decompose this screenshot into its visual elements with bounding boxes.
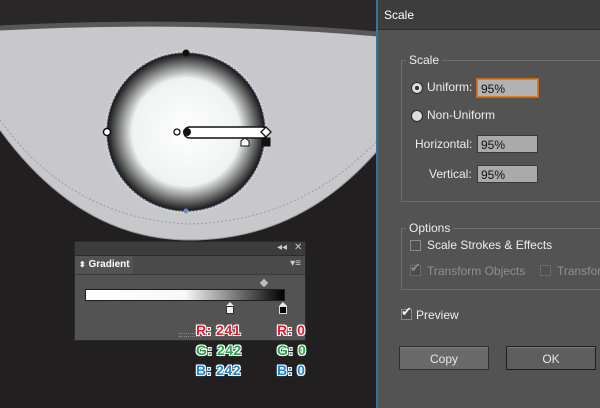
scale-strokes-checkbox[interactable] <box>410 240 421 251</box>
transform-patterns-label: Transform <box>557 264 600 278</box>
copy-button[interactable]: Copy <box>399 346 489 370</box>
anchor-point-top[interactable] <box>182 49 190 57</box>
anchor-point-left[interactable] <box>102 127 112 137</box>
gradient-midpoint-diamond[interactable] <box>259 278 269 288</box>
tab-gradient[interactable]: ⬍ Gradient <box>75 256 133 274</box>
double-chevron-left-icon[interactable]: ◂◂ <box>277 241 287 255</box>
horizontal-scale-input[interactable]: 95% <box>477 135 538 153</box>
scale-dialog: Scale Scale Uniform: 95% Non-Uniform Hor… <box>376 0 600 408</box>
uniform-radio[interactable] <box>411 82 423 94</box>
transform-patterns-checkbox[interactable] <box>540 265 551 276</box>
transform-objects-checkbox[interactable]: ✔ <box>410 261 421 276</box>
right-stop-red-value: R: 0 <box>277 322 306 338</box>
preview-checkbox[interactable]: ✔ <box>401 305 412 320</box>
transform-objects-label: Transform Objects <box>427 264 526 278</box>
preview-label: Preview <box>416 308 459 322</box>
vertical-label: Vertical: <box>429 167 472 181</box>
artwork-canvas[interactable] <box>0 0 378 408</box>
gradient-annotator-origin[interactable] <box>173 128 181 136</box>
gradient-annotator-start[interactable] <box>183 128 191 136</box>
tab-gradient-label: Gradient <box>88 259 130 270</box>
gradient-ramp[interactable] <box>85 289 285 301</box>
options-group: Options Scale Strokes & Effects ✔ Transf… <box>401 221 600 290</box>
checkmark-icon: ✔ <box>401 304 412 319</box>
scale-group-title: Scale <box>406 53 443 67</box>
uniform-scale-input[interactable]: 95% <box>477 79 538 97</box>
non-uniform-label: Non-Uniform <box>427 108 496 122</box>
gradient-stop-black[interactable] <box>279 302 287 314</box>
scale-strokes-label: Scale Strokes & Effects <box>427 238 553 252</box>
vertical-scale-input[interactable]: 95% <box>477 165 538 183</box>
stop-swatch <box>226 306 234 314</box>
uniform-label: Uniform: <box>427 80 473 94</box>
checkmark-icon: ✔ <box>410 260 421 275</box>
dialog-titlebar[interactable]: Scale <box>378 0 600 30</box>
gradient-annotator-bar[interactable] <box>183 126 269 139</box>
anchor-point-bottom[interactable] <box>183 208 189 214</box>
ok-button[interactable]: OK <box>506 346 596 370</box>
non-uniform-radio[interactable] <box>411 110 423 122</box>
left-stop-red-value: R: 241 <box>196 322 242 338</box>
left-stop-green-value: G: 242 <box>196 342 242 358</box>
panel-topbar[interactable]: ◂◂ ✕ <box>75 242 305 256</box>
gradient-annotator-stop-black[interactable] <box>261 137 271 147</box>
gradient-stop-white[interactable] <box>226 302 234 314</box>
panel-menu-icon[interactable]: ▾≡ <box>290 258 301 269</box>
right-stop-green-value: G: 0 <box>277 342 307 358</box>
dialog-title: Scale <box>384 8 415 22</box>
close-icon[interactable]: ✕ <box>294 241 302 255</box>
left-stop-blue-value: B: 242 <box>196 362 242 378</box>
right-stop-blue-value: B: 0 <box>277 362 306 378</box>
tab-arrows-icon: ⬍ <box>79 260 86 269</box>
scale-group: Scale Uniform: 95% Non-Uniform Horizonta… <box>401 53 600 202</box>
artboard[interactable] <box>0 0 378 408</box>
stop-swatch <box>279 306 287 314</box>
options-group-title: Options <box>406 221 454 235</box>
panel-tab-row: ⬍ Gradient ▾≡ <box>75 256 305 275</box>
horizontal-label: Horizontal: <box>415 137 473 151</box>
gradient-panel: ◂◂ ✕ ⬍ Gradient ▾≡ <box>74 241 306 341</box>
